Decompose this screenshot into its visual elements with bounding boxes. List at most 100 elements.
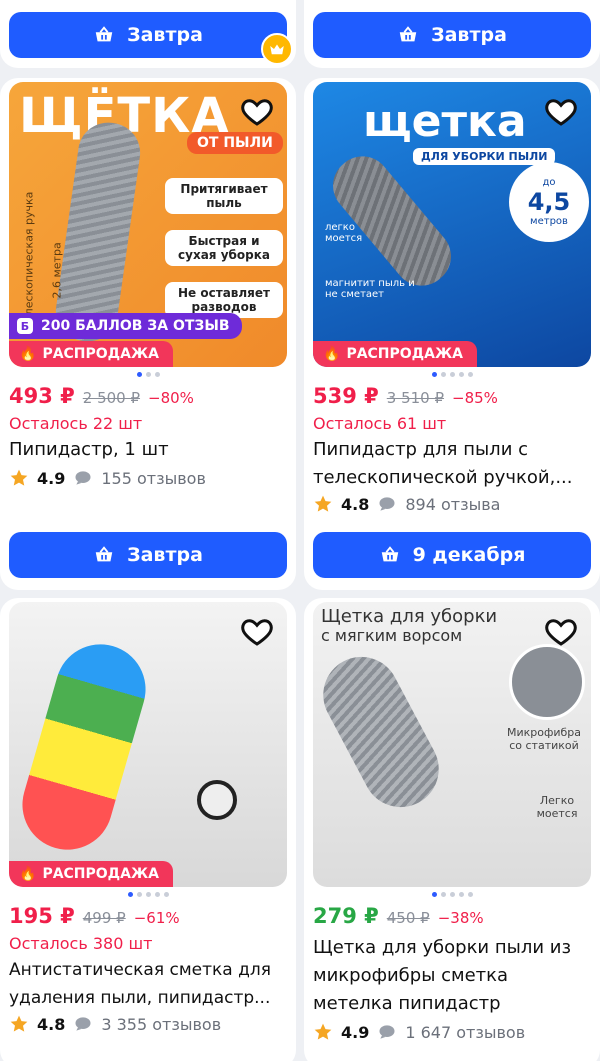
product-title[interactable]: Пипидастр, 1 шт (9, 436, 287, 464)
sale-badge: 🔥 РАСПРОДАЖА (313, 341, 477, 367)
points-icon: Б (17, 318, 33, 334)
discount: −85% (452, 389, 498, 407)
image-sub: ОТ ПЫЛИ (187, 132, 283, 154)
star-icon (10, 1015, 28, 1032)
price-row: 539 ₽ 3 510 ₽ −85% (313, 384, 498, 408)
rating-row: 4.9 155 отзывов (9, 468, 206, 488)
favorite-heart-icon[interactable] (239, 94, 275, 130)
image-feature-2: Легко моется (536, 794, 578, 820)
brush-graphic (51, 118, 145, 346)
delivery-label: Завтра (127, 24, 203, 46)
crown-badge (261, 33, 293, 65)
points-label: 200 БАЛЛОВ ЗА ОТЗЫВ (41, 318, 230, 334)
discount: −38% (437, 909, 484, 927)
rating-value: 4.9 (341, 1022, 370, 1042)
delivery-label: 9 декабря (412, 544, 526, 566)
card-top-right-tail: Завтра (304, 0, 600, 68)
image-pager-dots (304, 372, 600, 377)
discount: −80% (148, 389, 194, 407)
length-number: 4,5 (527, 188, 571, 216)
image-sub: с мягким ворсом (321, 626, 463, 645)
reviews-count[interactable]: 1 647 отзывов (405, 1023, 525, 1042)
star-icon (314, 495, 332, 512)
reviews-count[interactable]: 155 отзывов (101, 469, 206, 488)
image-feature-2: магнитит пыль и не сметает (325, 278, 415, 300)
image-length-label: 2,6 метра (50, 242, 64, 299)
image-headline: Щетка для уборки (321, 606, 498, 627)
product-image[interactable]: ЩЁТКА ОТ ПЫЛИ Притягивает пыль Быстрая и… (9, 82, 287, 367)
length-prefix: до (542, 177, 556, 188)
product-title[interactable]: Антистатическая сметка для удаления пыли… (9, 956, 287, 1012)
image-handle-label: телескопическая ручка (22, 191, 36, 329)
rating-row: 4.8 894 отзыва (313, 494, 500, 514)
sale-label: РАСПРОДАЖА (346, 346, 463, 362)
product-title[interactable]: Пипидастр для пыли с телескопической руч… (313, 436, 591, 492)
reviews-count[interactable]: 894 отзыва (405, 495, 500, 514)
points-badge: Б 200 БАЛЛОВ ЗА ОТЗЫВ (9, 313, 242, 339)
old-price: 2 500 ₽ (82, 389, 141, 407)
sale-badge: 🔥 РАСПРОДАЖА (9, 341, 173, 367)
fire-icon: 🔥 (19, 346, 37, 362)
comment-icon (379, 497, 395, 511)
product-image[interactable]: Щетка для уборки с мягким ворсом Микрофи… (313, 602, 591, 887)
delivery-label: Завтра (431, 24, 507, 46)
stock-left: Осталось 380 шт (9, 934, 153, 953)
cart-icon (381, 546, 398, 562)
stock-left: Осталось 22 шт (9, 414, 143, 433)
comment-icon (75, 471, 91, 485)
product-title[interactable]: Щетка для уборки пыли из микрофибры смет… (313, 934, 591, 1018)
old-price: 450 ₽ (386, 909, 430, 927)
duster-graphic (11, 633, 157, 861)
comment-icon (75, 1017, 91, 1031)
brush-graphic (313, 643, 453, 821)
sale-label: РАСПРОДАЖА (42, 346, 159, 362)
star-icon (314, 1023, 332, 1040)
image-feature-1: легко моется (325, 222, 363, 244)
image-feature-1: Притягивает пыль (165, 178, 283, 214)
delivery-button[interactable]: Завтра (9, 532, 287, 578)
rating-value: 4.8 (37, 1014, 66, 1034)
price-row: 279 ₽ 450 ₽ −38% (313, 904, 484, 928)
product-image[interactable]: щетка ДЛЯ УБОРКИ ПЫЛИ до 4,5 метров легк… (313, 82, 591, 367)
delivery-button-top-left[interactable]: Завтра (9, 12, 287, 58)
image-pager-dots (0, 372, 296, 377)
product-card-1[interactable]: ЩЁТКА ОТ ПЫЛИ Притягивает пыль Быстрая и… (0, 78, 296, 590)
cart-icon (399, 26, 417, 42)
price: 195 ₽ (9, 904, 75, 928)
card-top-left-tail: Завтра (0, 0, 296, 68)
closeup-circle (509, 644, 585, 720)
comment-icon (379, 1025, 395, 1039)
delivery-button[interactable]: 9 декабря (313, 532, 591, 578)
rating-row: 4.8 3 355 отзывов (9, 1014, 221, 1034)
product-card-4[interactable]: Щетка для уборки с мягким ворсом Микрофи… (304, 598, 600, 1061)
favorite-heart-icon[interactable] (543, 614, 579, 650)
favorite-heart-icon[interactable] (239, 614, 275, 650)
product-card-3[interactable]: 🔥 РАСПРОДАЖА 195 ₽ 499 ₽ −61% Осталось 38… (0, 598, 296, 1061)
discount: −61% (133, 909, 180, 927)
old-price: 499 ₽ (82, 909, 126, 927)
fire-icon: 🔥 (323, 346, 341, 362)
stock-left: Осталось 61 шт (313, 414, 447, 433)
length-badge: до 4,5 метров (509, 162, 589, 242)
delivery-button-top-right[interactable]: Завтра (313, 12, 591, 58)
image-pager-dots (0, 892, 296, 897)
clock-graphic (197, 780, 237, 820)
crown-icon (270, 44, 284, 55)
price: 539 ₽ (313, 384, 379, 408)
product-image[interactable]: 🔥 РАСПРОДАЖА (9, 602, 287, 887)
price-row: 493 ₽ 2 500 ₽ −80% (9, 384, 194, 408)
image-pager-dots (304, 892, 600, 897)
reviews-count[interactable]: 3 355 отзывов (101, 1015, 221, 1034)
cart-icon (95, 546, 113, 562)
rating-value: 4.8 (341, 494, 370, 514)
sale-label: РАСПРОДАЖА (42, 866, 159, 882)
sale-badge: 🔥 РАСПРОДАЖА (9, 861, 173, 887)
price-row: 195 ₽ 499 ₽ −61% (9, 904, 180, 928)
image-feature-2: Быстрая и сухая уборка (165, 230, 283, 266)
star-icon (10, 469, 28, 486)
fire-icon: 🔥 (19, 866, 37, 882)
image-feature-1: Микрофибра со статикой (506, 726, 582, 752)
favorite-heart-icon[interactable] (543, 94, 579, 130)
price: 279 ₽ (313, 904, 379, 928)
product-card-2[interactable]: щетка ДЛЯ УБОРКИ ПЫЛИ до 4,5 метров легк… (304, 78, 600, 590)
